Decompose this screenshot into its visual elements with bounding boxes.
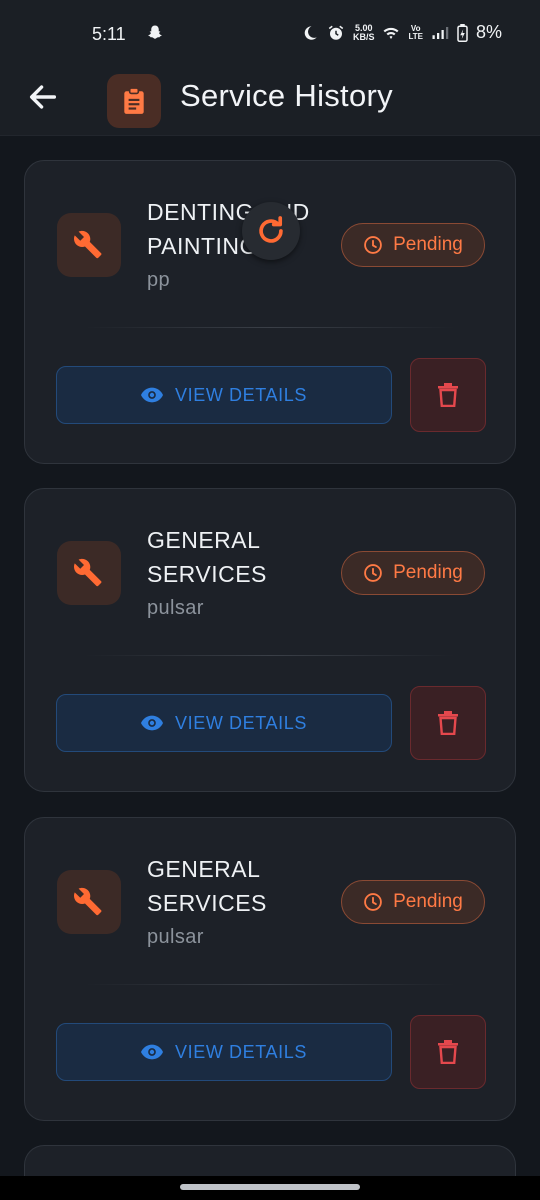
volte-indicator: Vo LTE [408,24,423,41]
delete-button[interactable] [410,686,486,760]
battery-icon [457,23,468,42]
trash-icon [438,711,458,735]
snapchat-icon [148,25,162,39]
delete-button[interactable] [410,1015,486,1089]
card-divider [85,327,455,328]
service-name-line: GENERAL [147,856,261,882]
view-details-label: VIEW DETAILS [175,384,307,405]
status-label: Pending [393,562,463,583]
wrench-icon [74,887,102,916]
service-card[interactable]: GENERAL SERVICES pulsar Pending VIEW DET… [24,488,516,792]
eye-icon [141,387,164,403]
page-title: Service History [180,78,393,113]
battery-percent: 8% [475,22,502,42]
trash-icon [438,383,458,407]
view-details-button[interactable]: VIEW DETAILS [56,1023,392,1081]
status-badge: Pending [341,551,485,595]
service-name-line: SERVICES [147,561,267,587]
moon-icon [304,25,317,40]
trash-icon [438,1040,458,1064]
service-name: GENERAL SERVICES [147,523,327,591]
view-details-label: VIEW DETAILS [175,1041,307,1062]
card-divider [85,984,455,985]
status-badge: Pending [341,880,485,924]
arrow-back-icon[interactable] [26,80,60,114]
clock-icon [364,893,382,911]
system-nav-bar [0,1176,540,1200]
view-details-button[interactable]: VIEW DETAILS [56,366,392,424]
clipboard-icon [124,87,144,114]
clock-icon [364,236,382,254]
status-icons: 5.00 KB/S Vo LTE 8% [301,22,502,43]
service-icon-tile [57,541,121,605]
vehicle-name: pulsar [147,597,204,619]
net-speed: 5.00 KB/S [352,23,375,42]
signal-icon [432,26,449,39]
service-name-line: SERVICES [147,890,267,916]
status-badge: Pending [341,223,485,267]
delete-button[interactable] [410,358,486,432]
alarm-icon [328,25,344,40]
service-name-line: DENTING AND [147,199,310,225]
service-card[interactable]: GENERAL SERVICES pulsar Pending VIEW DET… [24,817,516,1121]
refresh-icon [259,216,283,243]
vehicle-name: pp [147,269,171,291]
title-icon-tile [107,74,161,128]
clock-icon [364,564,382,582]
wifi-icon [383,27,399,39]
status-bar: 5:11 5.00 KB/S Vo LTE 8% [0,0,540,64]
card-divider [85,655,455,656]
wrench-icon [74,230,102,259]
wrench-icon [74,558,102,587]
home-gesture-handle[interactable] [180,1184,360,1190]
vehicle-name: pulsar [147,926,204,948]
status-label: Pending [393,891,463,912]
service-name-line: GENERAL [147,527,261,553]
status-time: 5:11 [92,24,126,44]
view-details-button[interactable]: VIEW DETAILS [56,694,392,752]
app-bar: Service History [0,64,540,136]
net-speed-unit: KB/S [352,31,375,42]
service-icon-tile [57,870,121,934]
service-name: GENERAL SERVICES [147,852,327,920]
refresh-spinner [242,202,300,260]
service-name: DENTING AND PAINTING [147,195,327,263]
eye-icon [141,715,164,731]
service-history-list[interactable]: DENTING AND PAINTING pp Pending VIEW DET… [0,136,540,1176]
screen: 5:11 5.00 KB/S Vo LTE 8% Service History… [0,0,540,1200]
volte-line2: LTE [408,31,423,41]
service-icon-tile [57,213,121,277]
eye-icon [141,1044,164,1060]
service-name-line: PAINTING [147,233,258,259]
service-card-partial[interactable] [24,1145,516,1176]
status-label: Pending [393,234,463,255]
view-details-label: VIEW DETAILS [175,712,307,733]
